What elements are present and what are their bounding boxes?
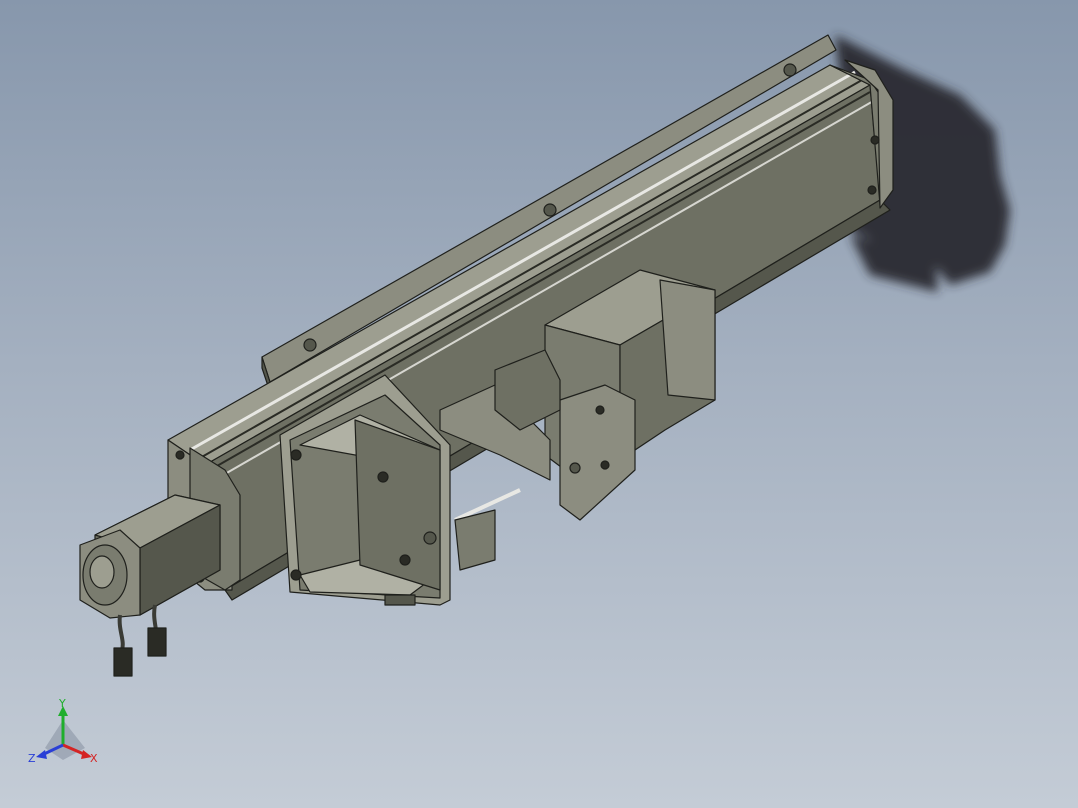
plate-hole xyxy=(543,203,557,217)
coordinate-triad: Y X Z xyxy=(28,697,98,765)
triad-x-label: X xyxy=(90,752,98,765)
motor-cable xyxy=(117,614,125,651)
triad-z-label: Z xyxy=(28,752,36,765)
slider-block xyxy=(454,509,496,571)
triad-y-label: Y xyxy=(58,697,66,710)
plate-hole xyxy=(783,63,797,77)
cable-connector xyxy=(113,647,133,677)
cad-viewport[interactable]: Y X Z xyxy=(0,0,1078,808)
plate-hole xyxy=(303,338,317,352)
triad-base xyxy=(45,720,85,760)
cable-connector xyxy=(147,627,167,657)
linear-module-model[interactable] xyxy=(79,34,894,677)
bracket-inner-face xyxy=(354,419,441,591)
clamp-bracket xyxy=(559,384,636,521)
